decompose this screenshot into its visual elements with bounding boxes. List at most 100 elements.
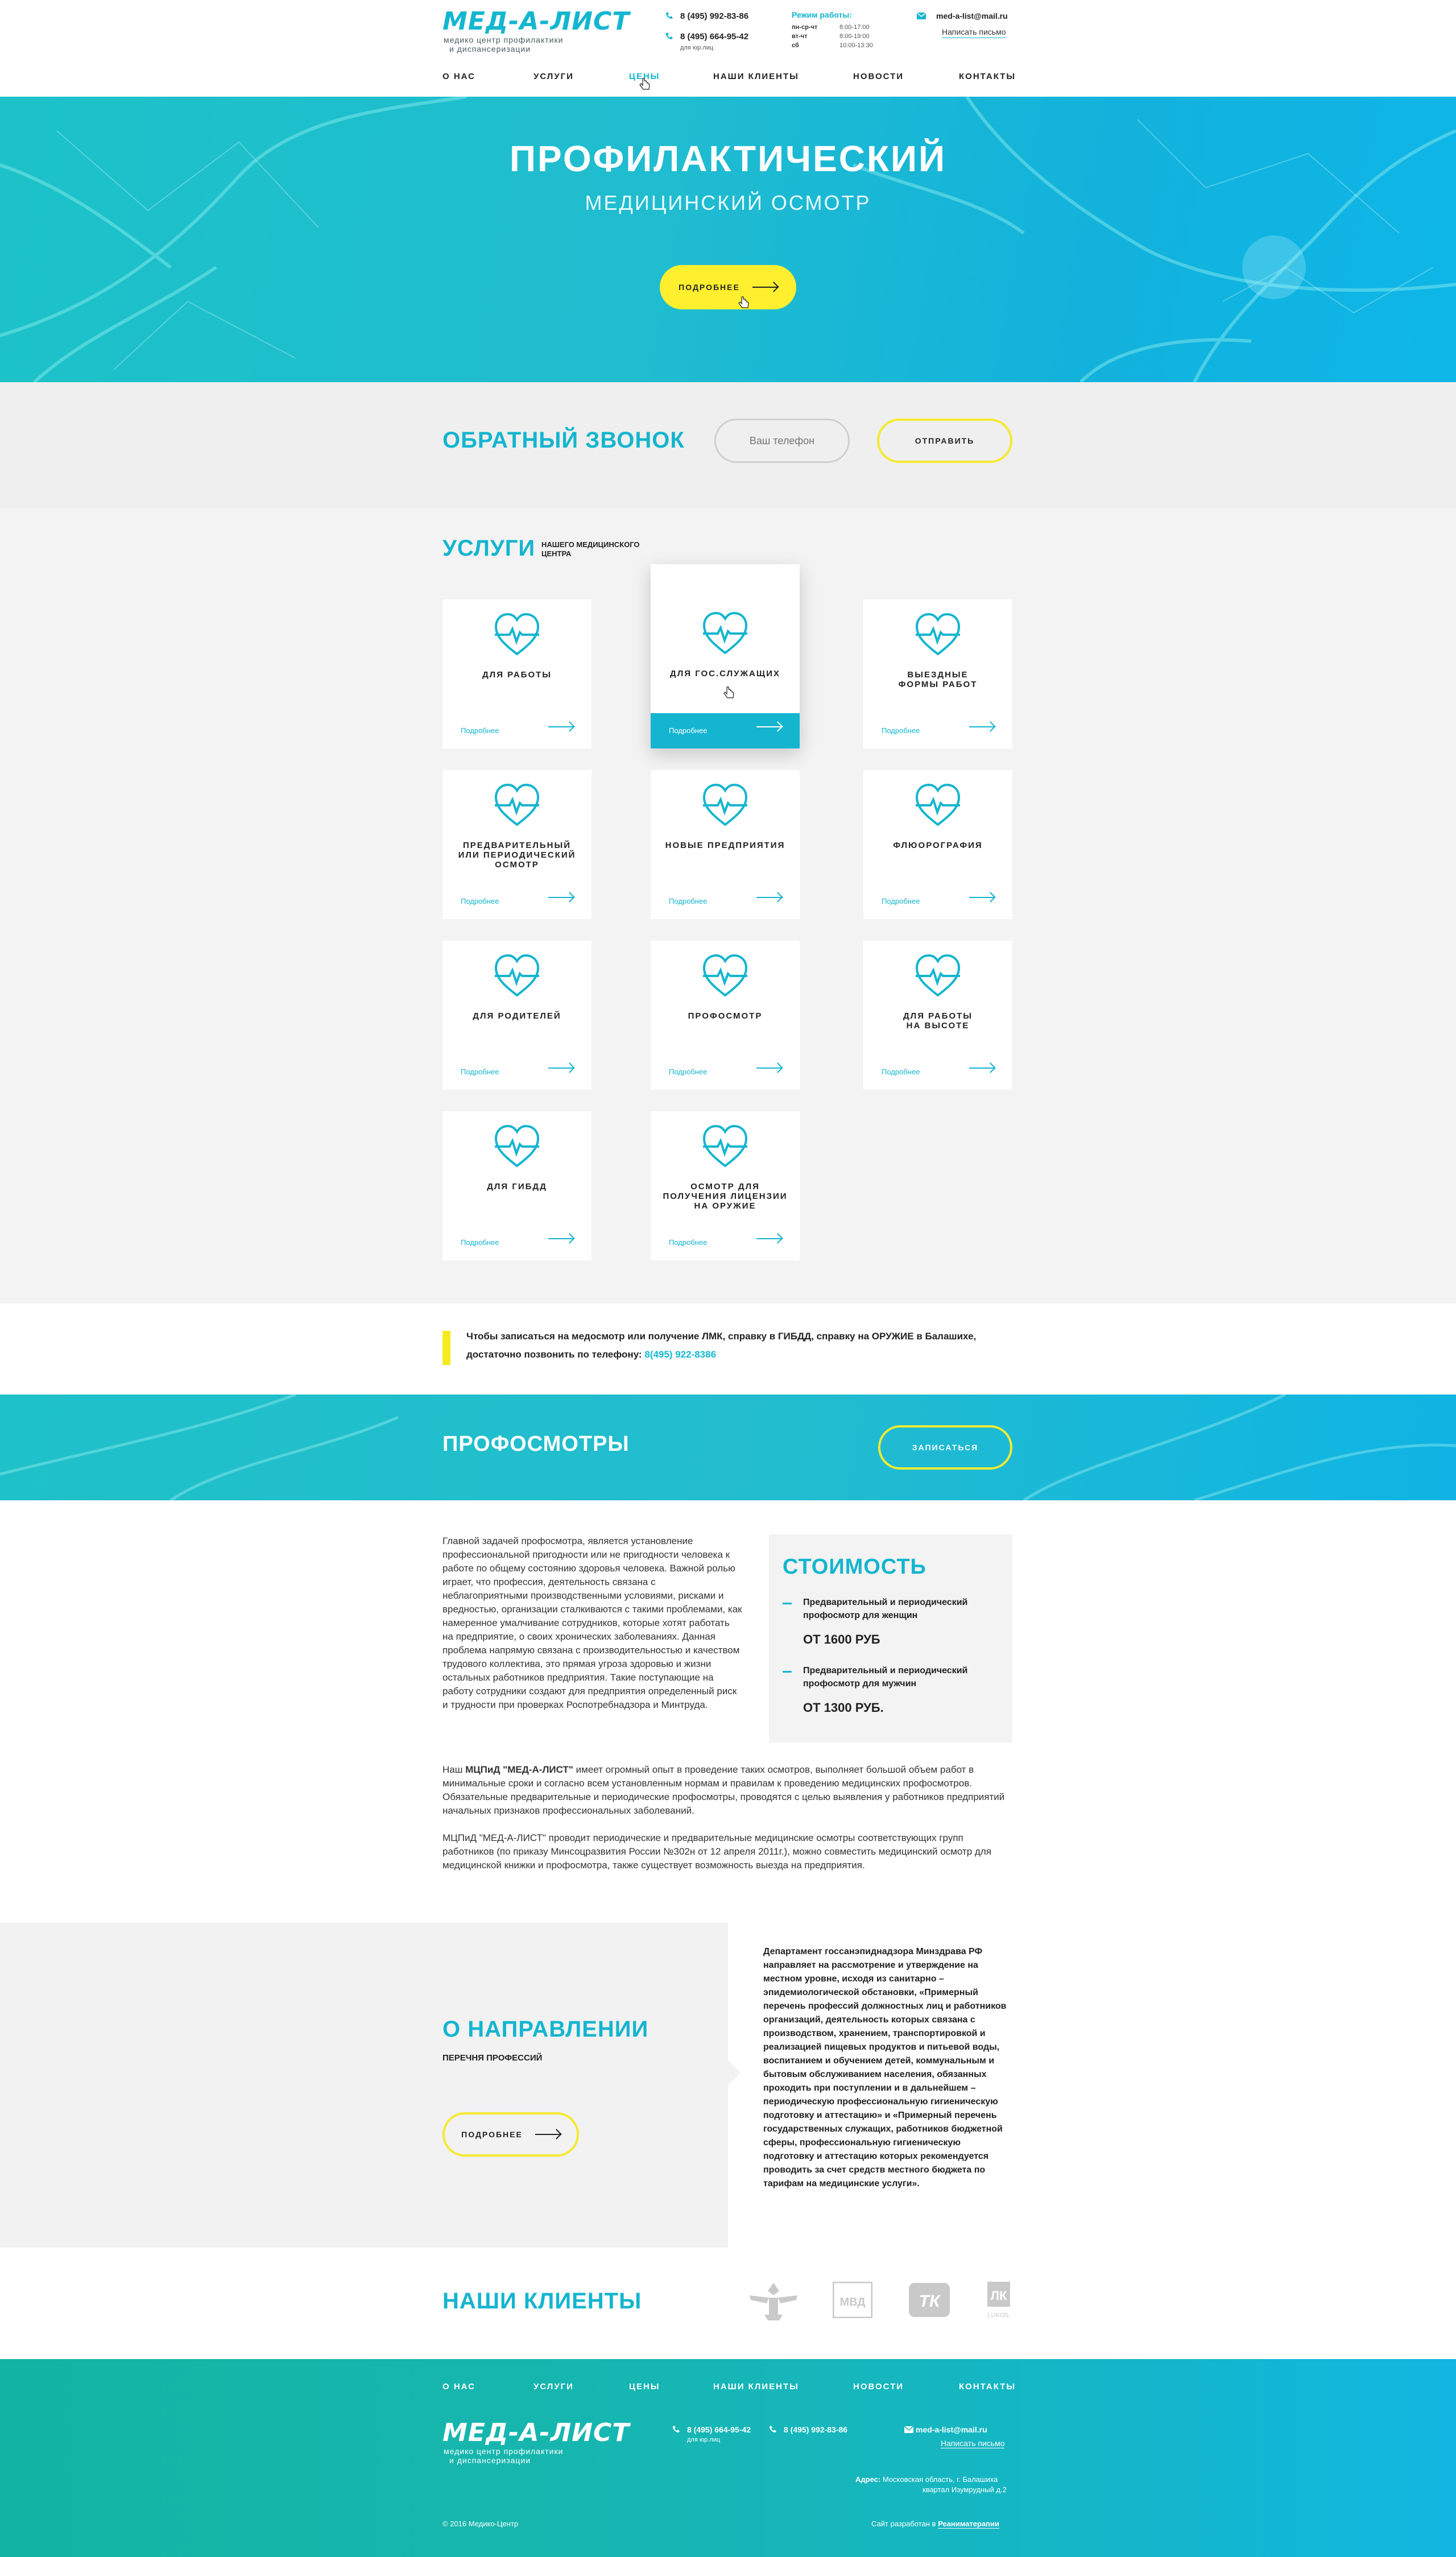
service-card-label: ДЛЯ РАБОТЫ (903, 1011, 973, 1021)
service-card-civil-servants[interactable]: ДЛЯ ГОС.СЛУЖАЩИХ Подробнее (651, 564, 800, 748)
dev-prefix: Сайт разработан в (871, 2519, 938, 2528)
profosmotry-title: ПРОФОСМОТРЫ (442, 1432, 630, 1456)
service-card-more-link[interactable]: Подробнее (461, 726, 499, 735)
footer-phone-1-note: для юр.лиц (687, 2436, 721, 2443)
service-card-label: ПОЛУЧЕНИЯ ЛИЦЕНЗИИ (663, 1191, 788, 1201)
service-card-more-link[interactable]: Подробнее (461, 1238, 499, 1247)
mail-icon (917, 13, 926, 19)
nav-item-contacts[interactable]: КОНТАКТЫ (959, 72, 1016, 81)
logo-subtitle-2: и диспансеризации (449, 44, 531, 53)
header-email[interactable]: med-a-list@mail.ru (936, 11, 1008, 20)
footer-nav-services[interactable]: УСЛУГИ (533, 2382, 574, 2392)
signup-button[interactable]: ЗАПИСАТЬСЯ (878, 1425, 1012, 1470)
developer-link[interactable]: Реаниматерапии (938, 2519, 1000, 2529)
service-card-more-link[interactable]: Подробнее (461, 897, 499, 905)
heart-pulse-icon (494, 613, 540, 656)
footer-address-1: Адрес: Московская область, г. Балашиха (855, 2475, 998, 2484)
service-card-traffic-police[interactable]: ДЛЯ ГИБДД Подробнее (442, 1111, 592, 1260)
service-card-prof-exam[interactable]: ПРОФОСМОТР Подробнее (651, 941, 800, 1090)
price-dash (783, 1603, 792, 1604)
price-item-1-value: ОТ 1600 РУБ (803, 1632, 880, 1646)
footer-nav-news[interactable]: НОВОСТИ (853, 2382, 904, 2392)
service-card-more-link[interactable]: Подробнее (669, 1068, 707, 1076)
mvd-logo: МВД (833, 2282, 872, 2318)
service-card-label: ДЛЯ РОДИТЕЛЕЙ (473, 1011, 561, 1021)
service-card-weapon-license[interactable]: ОСМОТР ДЛЯ ПОЛУЧЕНИЯ ЛИЦЕНЗИИ НА ОРУЖИЕ Под… (651, 1111, 800, 1260)
service-card-label: НА ВЫСОТЕ (906, 1021, 970, 1031)
phone-icon (666, 32, 673, 39)
heart-pulse-icon (702, 954, 748, 997)
heart-pulse-icon (702, 611, 748, 655)
hours-time-3: 10:00-13:30 (839, 42, 873, 49)
address-label: Адрес: (855, 2475, 881, 2484)
mail-icon (904, 2426, 913, 2433)
logo[interactable]: МЕД-А-ЛИСТ (442, 7, 630, 36)
service-card-fluorography[interactable]: ФЛЮОРОГРАФИЯ Подробнее (863, 770, 1012, 919)
service-card-label: ИЛИ ПЕРИОДИЧЕСКИЙ (458, 850, 576, 860)
service-card-more-link[interactable]: Подробнее (461, 1068, 499, 1076)
footer-email[interactable]: med-a-list@mail.ru (916, 2425, 987, 2434)
svg-text:ЛК: ЛК (991, 2289, 1007, 2303)
logo-subtitle-1: медико центр профилактики (444, 35, 564, 44)
services-subtitle-1: НАШЕГО МЕДИЦИНСКОГО (541, 540, 640, 549)
write-letter-link[interactable]: Написать письмо (942, 27, 1006, 38)
cursor-icon (723, 686, 734, 698)
hours-time-2: 8:00-19:00 (839, 33, 870, 40)
service-card-field-work[interactable]: ВЫЕЗДНЫЕ ФОРМЫ РАБОТ Подробнее (863, 599, 1012, 748)
p2-start: Наш (442, 1764, 466, 1775)
footer-phone-1[interactable]: 8 (495) 664-95-42 (687, 2425, 751, 2434)
service-card-new-enterprises[interactable]: НОВЫЕ ПРЕДПРИЯТИЯ Подробнее (651, 770, 800, 919)
service-card-more-link[interactable]: Подробнее (669, 726, 707, 735)
nav-item-news[interactable]: НОВОСТИ (853, 72, 904, 81)
emblem-logo (750, 2283, 797, 2320)
arrow-right-icon (548, 1232, 573, 1242)
heart-pulse-icon (494, 1124, 540, 1168)
header-phone-2[interactable]: 8 (495) 664-95-42 (680, 32, 748, 42)
site-footer: О НАС УСЛУГИ ЦЕНЫ НАШИ КЛИЕНТЫ НОВОСТИ К… (0, 2359, 1456, 2557)
arrow-right-icon (535, 2134, 560, 2135)
price-item-2-value: ОТ 1300 РУБ. (803, 1700, 884, 1715)
service-card-more-link[interactable]: Подробнее (882, 897, 920, 905)
service-card-more-link[interactable]: Подробнее (669, 1238, 707, 1247)
hero-title: ПРОФИЛАКТИЧЕСКИЙ (509, 138, 947, 179)
service-card-label: НОВЫЕ ПРЕДПРИЯТИЯ (665, 841, 785, 850)
footer-logo-subtitle-1: медико центр профилактики (444, 2447, 564, 2456)
heart-pulse-icon (915, 783, 961, 826)
footer-nav-prices[interactable]: ЦЕНЫ (629, 2382, 660, 2392)
footer-nav-about[interactable]: О НАС (442, 2382, 475, 2392)
arrow-right-icon (969, 720, 994, 730)
heart-pulse-icon (702, 1124, 748, 1168)
note-phone[interactable]: 8(495) 922-8386 (644, 1349, 716, 1360)
service-card-preliminary-exam[interactable]: ПРЕДВАРИТЕЛЬНЫЙ ИЛИ ПЕРИОДИЧЕСКИЙ ОСМОТР По… (442, 770, 592, 919)
hero-more-button[interactable]: ПОДРОБНЕЕ (660, 265, 796, 309)
footer-write-link[interactable]: Написать письмо (941, 2439, 1005, 2448)
service-card-parents[interactable]: ДЛЯ РОДИТЕЛЕЙ Подробнее (442, 941, 592, 1090)
arrow-right-icon (548, 891, 573, 901)
service-card-high-altitude-work[interactable]: ДЛЯ РАБОТЫ НА ВЫСОТЕ Подробнее (863, 941, 1012, 1090)
footer-phone-2[interactable]: 8 (495) 992-83-86 (784, 2425, 847, 2434)
direction-more-button[interactable]: ПОДРОБНЕЕ (442, 2112, 579, 2157)
service-card-label: ДЛЯ ГОС.СЛУЖАЩИХ (670, 669, 780, 678)
service-card-work[interactable]: ДЛЯ РАБОТЫ Подробнее (442, 599, 592, 748)
content-paragraph-2: Наш МЦПиД "МЕД-А-ЛИСТ" имеет огромный оп… (442, 1763, 1012, 1818)
footer-nav-clients[interactable]: НАШИ КЛИЕНТЫ (713, 2382, 799, 2392)
content-paragraph-3: МЦПиД "МЕД-А-ЛИСТ" проводит периодически… (442, 1832, 991, 1871)
arrow-right-icon (756, 1061, 781, 1071)
price-dash (783, 1671, 792, 1673)
service-card-label: ФОРМЫ РАБОТ (898, 680, 978, 689)
nav-item-clients[interactable]: НАШИ КЛИЕНТЫ (713, 72, 799, 81)
profosmotry-banner: ПРОФОСМОТРЫ ЗАПИСАТЬСЯ (0, 1395, 1456, 1500)
nav-item-about[interactable]: О НАС (442, 72, 475, 81)
service-card-label: ПРОФОСМОТР (688, 1011, 763, 1021)
service-card-more-link[interactable]: Подробнее (669, 897, 707, 905)
header-phone-1[interactable]: 8 (495) 992-83-86 (680, 11, 748, 21)
phone-input[interactable] (714, 419, 850, 463)
send-button[interactable]: ОТПРАВИТЬ (877, 419, 1012, 463)
arrow-right-icon (548, 720, 573, 730)
service-card-more-link[interactable]: Подробнее (882, 726, 920, 735)
nav-item-services[interactable]: УСЛУГИ (533, 72, 574, 81)
phone-icon (673, 2426, 680, 2432)
service-card-more-link[interactable]: Подробнее (882, 1068, 920, 1076)
footer-nav-contacts[interactable]: КОНТАКТЫ (959, 2382, 1016, 2392)
footer-logo[interactable]: МЕД-А-ЛИСТ (442, 2418, 630, 2447)
